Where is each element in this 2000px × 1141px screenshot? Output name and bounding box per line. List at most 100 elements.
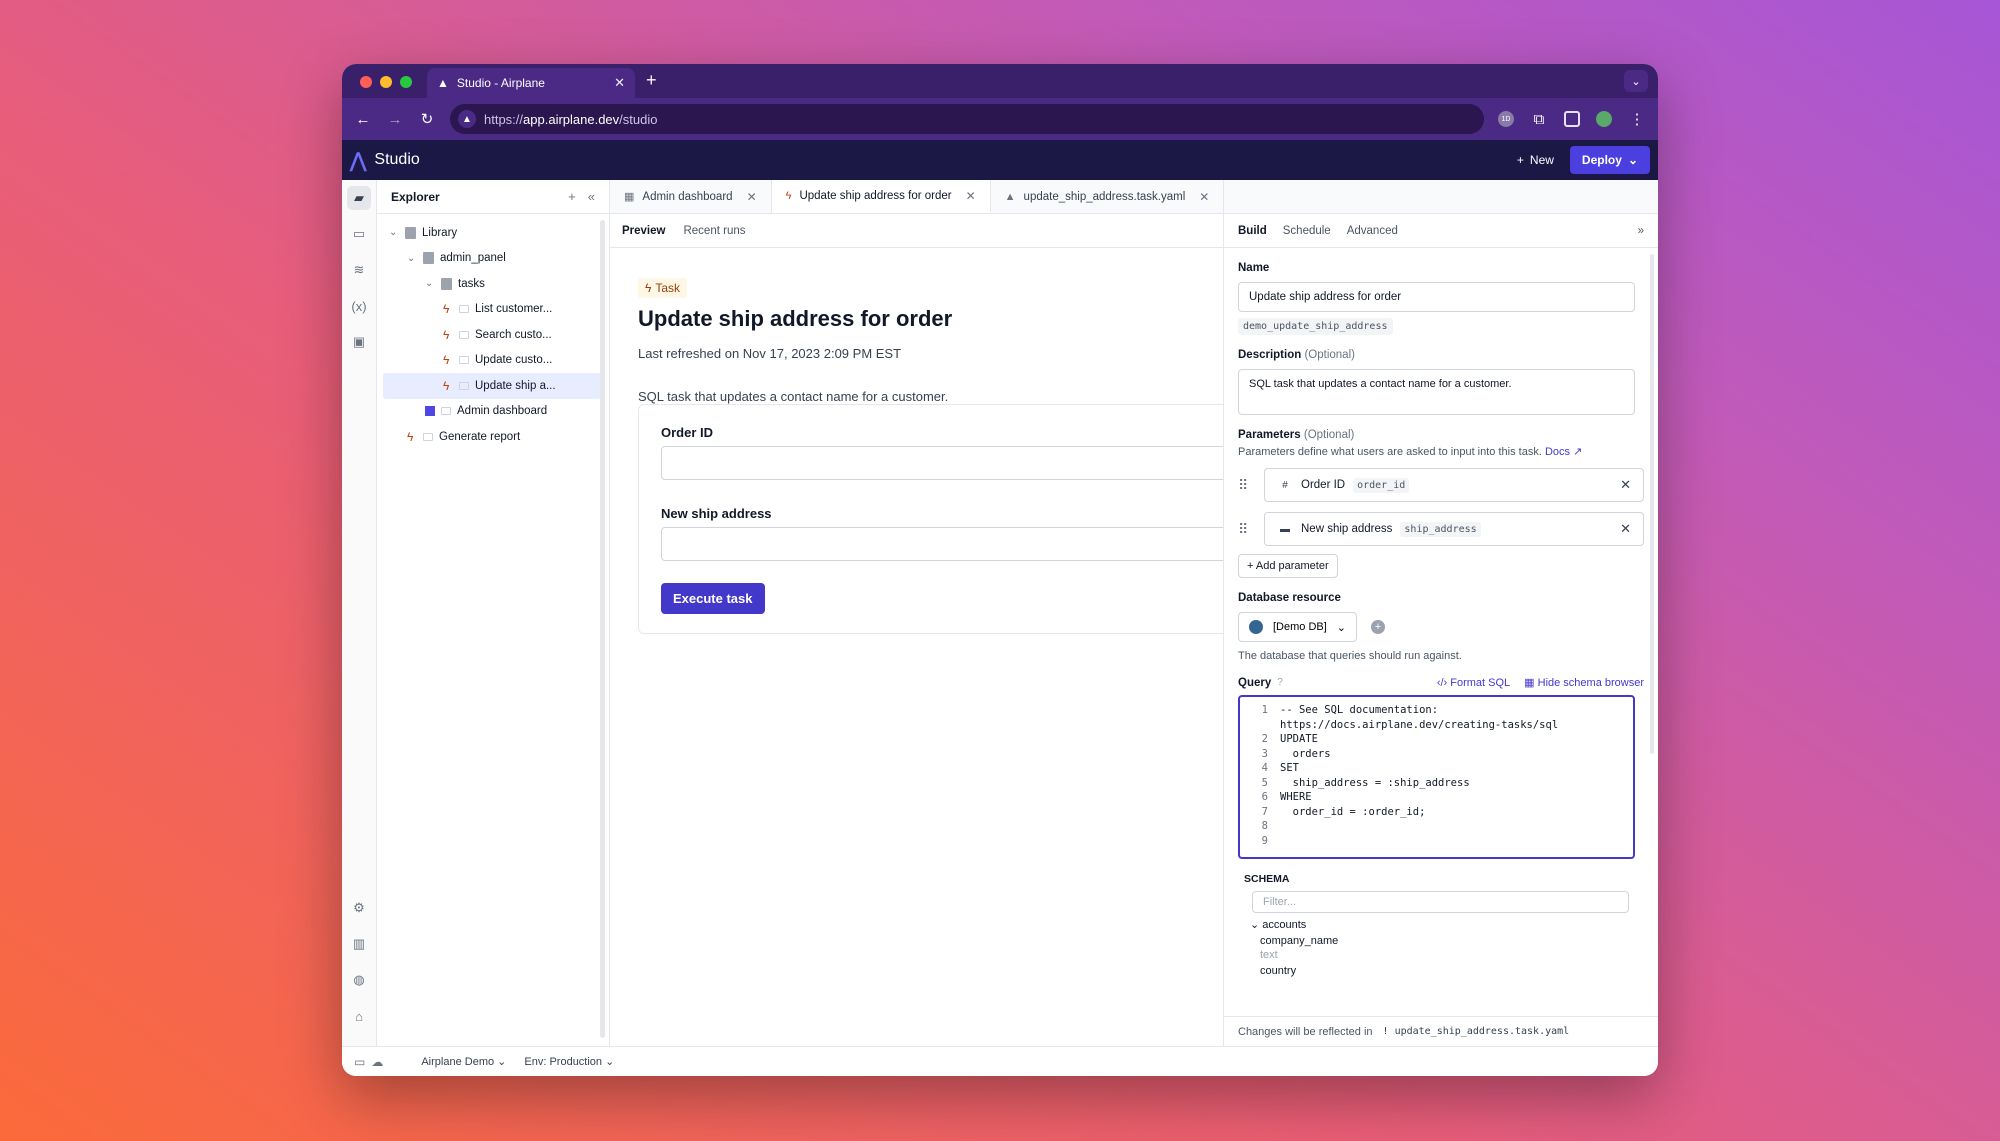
yaml-file-ref[interactable]: ! update_ship_address.task.yaml: [1383, 1026, 1570, 1037]
tree-item-task-selected[interactable]: ϟ Update ship a...: [383, 373, 601, 399]
order-id-input[interactable]: [661, 446, 1223, 480]
team-selector[interactable]: Airplane Demo ⌄: [421, 1055, 506, 1068]
sql-editor[interactable]: 1 -- See SQL documentation: https://docs.a…: [1238, 695, 1635, 859]
tab-preview[interactable]: Preview: [622, 225, 665, 237]
code-line: 8: [1261, 820, 1268, 832]
close-icon[interactable]: ✕: [747, 190, 757, 204]
plus-icon: +: [1516, 153, 1524, 167]
close-window-button[interactable]: [360, 76, 372, 88]
hide-schema-browser-button[interactable]: ▦ Hide schema browser: [1524, 676, 1644, 689]
ship-address-input[interactable]: [661, 527, 1223, 561]
docs-link[interactable]: Docs ↗: [1545, 446, 1582, 458]
forward-arrow-icon[interactable]: →: [386, 111, 404, 128]
close-icon[interactable]: ✕: [966, 189, 976, 203]
schema-table[interactable]: ⌄ accounts: [1238, 918, 1635, 931]
minimize-window-button[interactable]: [380, 76, 392, 88]
tab-admin-dashboard[interactable]: ▦ Admin dashboard ✕: [610, 180, 772, 213]
remove-parameter-icon[interactable]: ✕: [1620, 477, 1631, 493]
explorer-scrollbar[interactable]: [600, 220, 605, 1038]
browser-navbar: ← → ↻ ▲ https://app.airplane.dev/studio …: [342, 98, 1658, 140]
airplane-file-icon: ▲: [1004, 190, 1016, 203]
tab-build[interactable]: Build: [1238, 225, 1267, 237]
build-scrollbar[interactable]: [1650, 254, 1654, 754]
text-type-icon: ▬: [1280, 523, 1290, 535]
airplane-favicon-icon: ▲: [437, 76, 449, 90]
task-badge: ϟ Task: [638, 278, 688, 298]
drag-handle-icon[interactable]: ⠿: [1238, 521, 1264, 538]
deploy-button[interactable]: Deploy ⌄: [1569, 146, 1650, 174]
chevron-down-icon: ⌄: [407, 252, 416, 264]
tree-item-task[interactable]: ϟ List customer...: [377, 297, 609, 323]
tree-item-tasks[interactable]: ⌄ tasks: [377, 271, 609, 297]
folder-icon: [441, 277, 452, 290]
tab-schedule[interactable]: Schedule: [1283, 225, 1331, 237]
schema-column[interactable]: country: [1238, 965, 1635, 977]
reload-icon[interactable]: ↻: [418, 110, 436, 128]
tab-recent-runs[interactable]: Recent runs: [683, 225, 745, 237]
tab-update-ship-address[interactable]: ϟ Update ship address for order ✕: [771, 180, 991, 213]
new-tab-icon[interactable]: +: [646, 70, 657, 91]
back-arrow-icon[interactable]: ←: [354, 111, 372, 128]
monitor-icon: [459, 356, 469, 365]
explorer-folder-icon[interactable]: ▰: [347, 186, 371, 210]
tab-advanced[interactable]: Advanced: [1347, 225, 1398, 237]
drag-handle-icon[interactable]: ⠿: [1238, 477, 1264, 494]
status-bar: ▭ ☁ Airplane Demo ⌄ Env: Production ⌄: [342, 1046, 1658, 1076]
globe-icon[interactable]: ◍: [347, 968, 371, 992]
zoom-window-button[interactable]: [400, 76, 412, 88]
address-bar[interactable]: ▲ https://app.airplane.dev/studio: [450, 104, 1484, 134]
monitor-icon[interactable]: ▭: [347, 222, 371, 246]
profile-avatar[interactable]: [1596, 111, 1612, 127]
parameter-item[interactable]: # Order ID order_id ✕: [1264, 468, 1644, 502]
env-selector[interactable]: Env: Production ⌄: [524, 1055, 614, 1068]
preview-tabs: Preview Recent runs: [610, 214, 1223, 248]
site-info-icon[interactable]: ▲: [458, 110, 476, 128]
kebab-menu-icon[interactable]: ⋮: [1628, 110, 1646, 128]
remove-parameter-icon[interactable]: ✕: [1620, 521, 1631, 537]
collapse-panel-icon[interactable]: «: [588, 189, 595, 204]
close-icon[interactable]: ✕: [1199, 190, 1209, 204]
parameter-row: ⠿ # Order ID order_id ✕: [1238, 468, 1644, 502]
schema-column[interactable]: company_name: [1238, 935, 1635, 947]
add-parameter-button[interactable]: + Add parameter: [1238, 554, 1338, 578]
add-file-icon[interactable]: +: [568, 189, 576, 204]
tree-item-admin-panel[interactable]: ⌄ admin_panel: [377, 246, 609, 272]
docs-book-icon[interactable]: ▥: [347, 932, 371, 956]
tab-task-yaml[interactable]: ▲ update_ship_address.task.yaml ✕: [991, 180, 1225, 213]
help-icon[interactable]: ?: [1277, 677, 1283, 688]
tree-item-admin-dashboard[interactable]: Admin dashboard: [377, 399, 609, 425]
add-resource-icon[interactable]: +: [1371, 620, 1386, 634]
format-sql-button[interactable]: ‹/› Format SQL: [1437, 677, 1510, 689]
folder-icon: [405, 226, 416, 239]
tree-item-library[interactable]: ⌄ Library: [377, 220, 609, 246]
database-icon[interactable]: ≋: [347, 258, 371, 282]
name-input[interactable]: Update ship address for order: [1238, 282, 1635, 312]
database-select[interactable]: [Demo DB] ⌄: [1238, 612, 1358, 642]
tree-item-task[interactable]: ϟ Update custo...: [377, 348, 609, 374]
new-button[interactable]: + New: [1517, 153, 1554, 167]
description-textarea[interactable]: SQL task that updates a contact name for…: [1238, 369, 1635, 415]
tree-item-task[interactable]: ϟ Search custo...: [377, 322, 609, 348]
extension-icon[interactable]: 1D: [1498, 111, 1514, 127]
settings-gear-icon[interactable]: ⚙: [347, 896, 371, 920]
bolt-icon: ϟ: [443, 327, 450, 342]
parameter-item[interactable]: ▬ New ship address ship_address ✕: [1264, 512, 1644, 546]
name-label: Name: [1238, 262, 1270, 274]
airplane-logo-icon: ⋀: [350, 149, 367, 172]
execute-task-button[interactable]: Execute task: [661, 583, 765, 614]
schema-filter-input[interactable]: Filter...: [1252, 891, 1629, 913]
side-panel-icon[interactable]: [1564, 111, 1580, 127]
home-icon[interactable]: ⌂: [347, 1004, 371, 1028]
field-label: New ship address: [661, 506, 772, 521]
close-tab-icon[interactable]: ✕: [614, 75, 625, 91]
expand-panel-icon[interactable]: »: [1638, 225, 1644, 237]
tab-search-chevron-icon[interactable]: ⌄: [1624, 70, 1648, 92]
tree-item-generate-report[interactable]: ϟ Generate report: [377, 424, 609, 450]
monitor-icon: [459, 305, 469, 314]
puzzle-extensions-icon[interactable]: ⧉: [1530, 111, 1548, 128]
connection-status[interactable]: ▭ ☁: [354, 1055, 383, 1069]
variables-icon[interactable]: (x): [347, 294, 371, 318]
browser-tab[interactable]: ▲ Studio - Airplane ✕: [427, 68, 635, 98]
code-line: 3 orders: [1261, 747, 1331, 760]
terminal-icon[interactable]: ▣: [347, 330, 371, 354]
